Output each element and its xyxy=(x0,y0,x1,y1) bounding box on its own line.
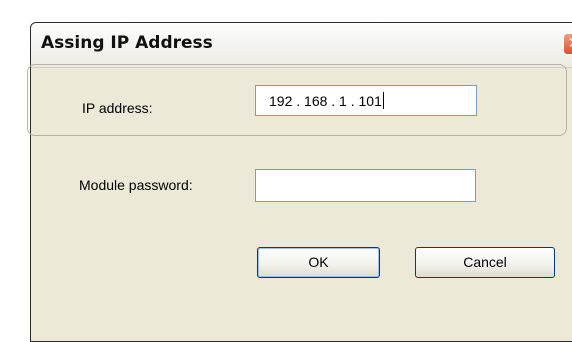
ip-address-label: IP address: xyxy=(82,100,153,116)
title-bar[interactable]: Assing IP Address ✕ xyxy=(31,23,572,68)
ip-address-input[interactable]: 192 . 168 . 1 . 101 xyxy=(255,85,477,116)
text-caret xyxy=(382,92,384,109)
module-password-label: Module password: xyxy=(79,177,193,193)
ip-address-value: 192 . 168 . 1 . 101 xyxy=(269,93,382,109)
close-icon: ✕ xyxy=(568,34,572,52)
module-password-input[interactable] xyxy=(255,169,476,202)
dialog-title: Assing IP Address xyxy=(41,33,213,53)
close-button[interactable]: ✕ xyxy=(563,33,572,55)
cancel-button[interactable]: Cancel xyxy=(415,247,555,278)
ok-button[interactable]: OK xyxy=(257,247,380,278)
